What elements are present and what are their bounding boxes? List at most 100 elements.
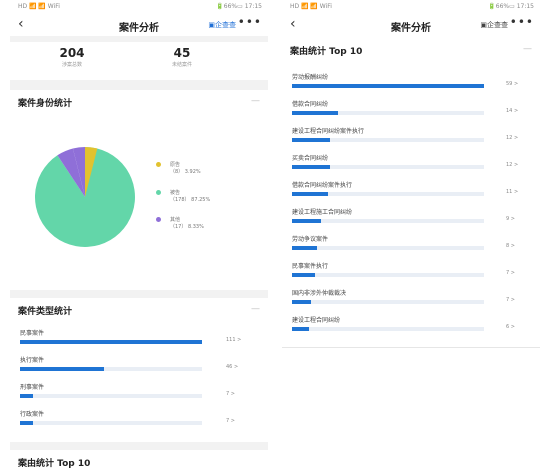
bar-row[interactable]: 建设工程合同纠纷 6 > — [292, 315, 532, 331]
export-button[interactable]: ▣企查查 — [208, 20, 236, 30]
legend-name: 其他 — [170, 217, 181, 223]
stat-total-value: 204 — [59, 46, 85, 60]
bar-row[interactable]: 建设工程施工合同纠纷 9 > — [292, 207, 532, 223]
identity-pie-chart — [34, 146, 135, 247]
bar-row[interactable]: 民事案件 111 > — [20, 328, 260, 344]
bar-count: 12 > — [506, 135, 519, 141]
bar-label: 劳动争议案件 — [292, 236, 329, 243]
legend-plaintiff: 原告 （8） 3.92% — [156, 162, 201, 176]
legend-dot — [156, 190, 161, 195]
legend-name: 原告 — [170, 162, 181, 168]
cause-card: 案由统计 Top 10 — 劳动报酬纠纷 59 > 借款合同纠纷 14 > 建设工程合同纠… — [282, 38, 540, 348]
cause-title: 案由统计 Top 10 — [290, 47, 363, 57]
bar-track — [292, 165, 484, 169]
bar-fill — [292, 246, 317, 250]
bar-count: 8 > — [506, 243, 515, 249]
bar-track — [292, 138, 484, 142]
cause-title: 案由统计 Top 10 — [18, 459, 91, 469]
bar-label: 建设工程施工合同纠纷 — [292, 209, 353, 216]
bar-label: 建设工程合同纠纷 — [292, 317, 341, 324]
stats-panel: 204 涉案总数 45 未结案件 — [10, 42, 268, 80]
nav-bar: ‹ 案件分析 ▣企查查 ••• — [10, 14, 268, 36]
right-screen: HD 📶 📶 WiFi 🔋66%▭ 17:15 ‹ 案件分析 ▣企查查 ••• … — [282, 0, 540, 474]
bar-row[interactable]: 建设工程合同纠纷案件执行 12 > — [292, 126, 532, 142]
bar-count: 11 > — [506, 189, 519, 195]
bar-count: 7 > — [506, 297, 515, 303]
bar-row[interactable]: 借款合同纠纷 14 > — [292, 99, 532, 115]
bar-label: 行政案件 — [20, 411, 45, 418]
status-left: HD 📶 📶 WiFi — [18, 3, 60, 10]
bar-row[interactable]: 刑事案件 7 > — [20, 382, 260, 398]
status-left: HD 📶 📶 WiFi — [290, 3, 332, 10]
bar-fill — [292, 192, 329, 196]
bar-fill — [292, 273, 316, 277]
bar-row[interactable]: 执行案件 46 > — [20, 355, 260, 371]
bar-label: 国内非涉外仲裁裁决 — [292, 290, 347, 297]
legend-other: 其他 （17） 8.33% — [156, 217, 204, 231]
bar-fill — [20, 421, 33, 425]
bar-row[interactable]: 民事案件执行 7 > — [292, 261, 532, 277]
nav-bar: ‹ 案件分析 ▣企查查 ••• — [282, 14, 540, 36]
bar-row[interactable]: 劳动报酬纠纷 59 > — [292, 72, 532, 88]
bar-label: 刑事案件 — [20, 384, 45, 391]
bar-label: 劳动报酬纠纷 — [292, 74, 329, 81]
legend-defendant: 被告 （178） 87.25% — [156, 190, 210, 204]
bar-track — [292, 192, 484, 196]
legend-detail: （178） 87.25% — [170, 197, 211, 203]
qichacha-icon: ▣ — [208, 21, 215, 29]
bar-track — [20, 340, 202, 344]
collapse-icon[interactable]: — — [251, 304, 260, 314]
bar-track — [20, 367, 202, 371]
bar-count: 9 > — [506, 216, 515, 222]
bar-count: 7 > — [226, 391, 235, 397]
bar-fill — [20, 340, 202, 344]
bar-label: 建设工程合同纠纷案件执行 — [292, 128, 365, 135]
bar-track — [292, 111, 484, 115]
bar-label: 借款合同纠纷 — [292, 101, 329, 108]
bar-fill — [292, 219, 321, 223]
export-label: 企查查 — [215, 21, 236, 29]
bar-row[interactable]: 国内非涉外仲裁裁决 7 > — [292, 288, 532, 304]
bar-count: 14 > — [506, 108, 519, 114]
bar-count: 6 > — [506, 324, 515, 330]
bar-track — [292, 327, 484, 331]
bar-label: 民事案件 — [20, 330, 45, 337]
stat-unclosed-value: 45 — [173, 46, 191, 60]
identity-title: 案件身份统计 — [18, 99, 73, 109]
bar-row[interactable]: 行政案件 7 > — [20, 409, 260, 425]
bar-fill — [20, 394, 33, 398]
stat-unclosed: 45 未结案件 — [142, 46, 222, 68]
bar-fill — [20, 367, 104, 371]
bar-track — [20, 394, 202, 398]
bar-count: 46 > — [226, 364, 239, 370]
bar-fill — [292, 327, 310, 331]
bar-count: 111 > — [226, 337, 242, 343]
more-icon[interactable]: ••• — [238, 15, 262, 29]
type-title: 案件类型统计 — [18, 307, 73, 317]
bar-row[interactable]: 买卖合同纠纷 12 > — [292, 153, 532, 169]
status-right: 🔋66%▭ 17:15 — [216, 3, 262, 10]
bar-fill — [292, 165, 331, 169]
bar-row[interactable]: 劳动争议案件 8 > — [292, 234, 532, 250]
bar-fill — [292, 300, 312, 304]
bar-track — [292, 273, 484, 277]
stat-total-label: 涉案总数 — [61, 62, 82, 68]
left-screen: HD 📶 📶 WiFi 🔋66%▭ 17:15 ‹ 案件分析 ▣企查查 ••• … — [10, 0, 268, 474]
bar-fill — [292, 138, 331, 142]
stat-total: 204 涉案总数 — [32, 46, 112, 68]
bar-row[interactable]: 借款合同纠纷案件执行 11 > — [292, 180, 532, 196]
type-card: 案件类型统计 — 民事案件 111 > 执行案件 46 > 刑事案件 7 > 行政案件 7 > — [10, 298, 268, 442]
bar-count: 7 > — [506, 270, 515, 276]
collapse-icon[interactable]: — — [251, 96, 260, 106]
bar-track — [292, 246, 484, 250]
legend-detail: （8） 3.92% — [170, 169, 201, 175]
bar-label: 民事案件执行 — [292, 263, 329, 270]
cause-card-peek: 案由统计 Top 10 — [10, 450, 268, 474]
more-icon[interactable]: ••• — [510, 15, 534, 29]
legend-name: 被告 — [170, 190, 181, 196]
collapse-icon[interactable]: — — [523, 44, 532, 54]
identity-card: 案件身份统计 — 原告 （8） 3.92% 被告 （178） 87.25% 其他 （17… — [10, 90, 268, 290]
bar-count: 59 > — [506, 81, 519, 87]
export-button[interactable]: ▣企查查 — [480, 20, 508, 30]
legend-dot — [156, 217, 161, 222]
